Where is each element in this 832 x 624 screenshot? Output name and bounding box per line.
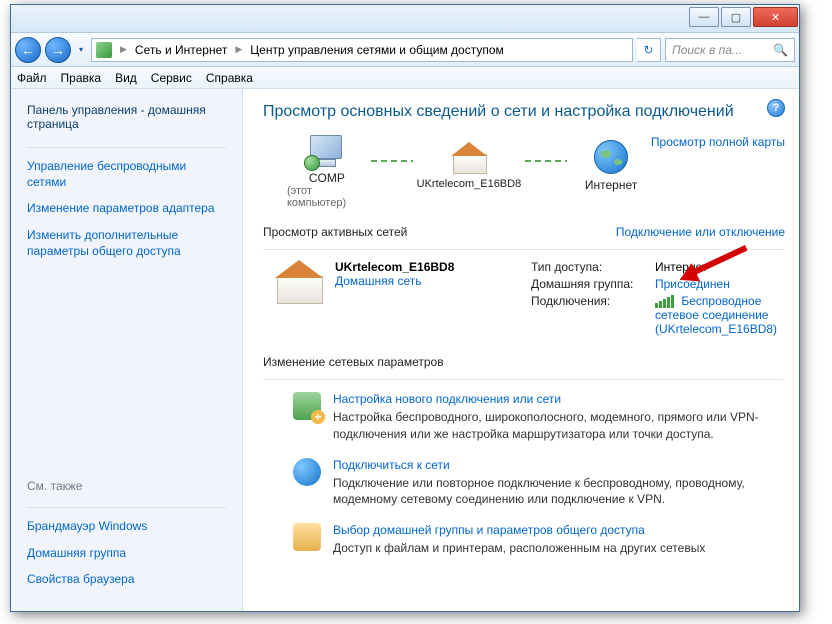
content-pane: ? Просмотр основных сведений о сети и на…	[243, 89, 799, 611]
homegroup-icon	[293, 523, 321, 551]
access-type-value: Интернет	[655, 260, 785, 274]
network-details: Тип доступа: Интернет Домашняя группа: П…	[531, 260, 785, 339]
control-panel-home[interactable]: Панель управления - домашняя страница	[27, 103, 226, 131]
network-badge-icon	[304, 155, 320, 171]
sidebar-divider	[27, 507, 226, 508]
action-title[interactable]: Выбор домашней группы и параметров общег…	[333, 523, 645, 537]
network-type-link[interactable]: Домашняя сеть	[335, 274, 421, 288]
menu-view[interactable]: Вид	[115, 71, 137, 85]
network-name: UKrtelecom_E16BD8	[417, 178, 522, 190]
see-also-firewall[interactable]: Брандмауэр Windows	[27, 518, 226, 534]
forward-button[interactable]: →	[45, 37, 71, 63]
breadcrumb-sep-icon: ▶	[116, 44, 131, 55]
action-desc: Настройка беспроводного, широкополосного…	[333, 409, 785, 441]
explorer-window: — ▢ ✕ ← → ▾ ▶ Сеть и Интернет ▶ Центр уп…	[10, 4, 800, 612]
sidebar-advanced-sharing[interactable]: Изменить дополнительные параметры общего…	[27, 227, 226, 259]
menu-edit[interactable]: Правка	[61, 71, 102, 85]
wifi-signal-icon	[655, 295, 674, 308]
menu-file[interactable]: Файл	[17, 71, 47, 85]
access-type-label: Тип доступа:	[531, 260, 655, 274]
breadcrumb-network[interactable]: Сеть и Интернет	[135, 43, 227, 57]
see-also-browser[interactable]: Свойства браузера	[27, 571, 226, 587]
minimize-button[interactable]: —	[689, 7, 719, 27]
action-desc: Подключение или повторное подключение к …	[333, 475, 785, 507]
search-placeholder: Поиск в па...	[672, 43, 742, 57]
computer-sublabel: (этот компьютер)	[287, 185, 367, 209]
action-desc: Доступ к файлам и принтерам, расположенн…	[333, 540, 705, 556]
close-button[interactable]: ✕	[753, 7, 798, 27]
see-also-homegroup[interactable]: Домашняя группа	[27, 545, 226, 561]
action-title[interactable]: Подключиться к сети	[333, 458, 450, 472]
refresh-button[interactable]: ↻	[637, 38, 661, 62]
topology-internet[interactable]: Интернет	[571, 140, 651, 204]
maximize-button[interactable]: ▢	[721, 7, 751, 27]
sidebar-wireless-networks[interactable]: Управление беспроводными сетями	[27, 158, 226, 190]
connection-line-icon	[525, 160, 567, 162]
house-icon	[275, 260, 323, 304]
action-new-connection[interactable]: Настройка нового подключения или сети На…	[293, 392, 785, 441]
action-connect-network[interactable]: Подключиться к сети Подключение или повт…	[293, 458, 785, 507]
help-icon[interactable]: ?	[767, 99, 785, 117]
connection-line-icon	[371, 160, 413, 162]
see-also-heading: См. также	[27, 479, 226, 493]
back-button[interactable]: ←	[15, 37, 41, 63]
new-connection-icon	[293, 392, 321, 420]
divider	[263, 379, 785, 380]
active-network-block: UKrtelecom_E16BD8 Домашняя сеть Тип дост…	[275, 260, 785, 339]
sidebar-divider	[27, 147, 226, 148]
sidebar: Панель управления - домашняя страница Уп…	[11, 89, 243, 611]
internet-label: Интернет	[585, 178, 637, 192]
globe-icon	[594, 140, 628, 174]
action-homegroup-sharing[interactable]: Выбор домашней группы и параметров общег…	[293, 523, 785, 556]
nav-history-dropdown[interactable]: ▾	[75, 37, 87, 63]
address-bar[interactable]: ▶ Сеть и Интернет ▶ Центр управления сет…	[91, 38, 633, 62]
sidebar-adapter-settings[interactable]: Изменение параметров адаптера	[27, 200, 226, 216]
window-body: Панель управления - домашняя страница Уп…	[11, 89, 799, 611]
search-input[interactable]: Поиск в па... 🔍	[665, 38, 795, 62]
computer-name: COMP	[309, 171, 345, 185]
breadcrumb-sharing-center[interactable]: Центр управления сетями и общим доступом	[250, 43, 504, 57]
topology-network[interactable]: UKrtelecom_E16BD8	[417, 142, 522, 202]
menu-help[interactable]: Справка	[206, 71, 253, 85]
menu-bar: Файл Правка Вид Сервис Справка	[11, 67, 799, 89]
search-icon: 🔍	[773, 43, 788, 57]
control-panel-icon	[96, 42, 112, 58]
navigation-bar: ← → ▾ ▶ Сеть и Интернет ▶ Центр управлен…	[11, 33, 799, 67]
breadcrumb-sep-icon: ▶	[231, 44, 246, 55]
divider	[263, 249, 785, 250]
connect-disconnect-link[interactable]: Подключение или отключение	[616, 225, 785, 239]
action-title[interactable]: Настройка нового подключения или сети	[333, 392, 561, 406]
homegroup-label: Домашняя группа:	[531, 277, 655, 291]
topology-this-computer[interactable]: COMP (этот компьютер)	[287, 135, 367, 209]
titlebar[interactable]: — ▢ ✕	[11, 5, 799, 33]
house-icon	[451, 142, 487, 174]
full-map-link[interactable]: Просмотр полной карты	[651, 135, 785, 149]
connections-label: Подключения:	[531, 294, 655, 336]
network-identity[interactable]: UKrtelecom_E16BD8 Домашняя сеть	[275, 260, 515, 304]
change-settings-heading: Изменение сетевых параметров	[263, 355, 785, 369]
active-network-name: UKrtelecom_E16BD8	[335, 260, 454, 274]
menu-service[interactable]: Сервис	[151, 71, 192, 85]
network-topology: COMP (этот компьютер) UKrtelecom_E16BD8 …	[287, 135, 651, 209]
connect-network-icon	[293, 458, 321, 486]
page-title: Просмотр основных сведений о сети и наст…	[263, 103, 785, 121]
homegroup-link[interactable]: Присоединен	[655, 277, 730, 291]
